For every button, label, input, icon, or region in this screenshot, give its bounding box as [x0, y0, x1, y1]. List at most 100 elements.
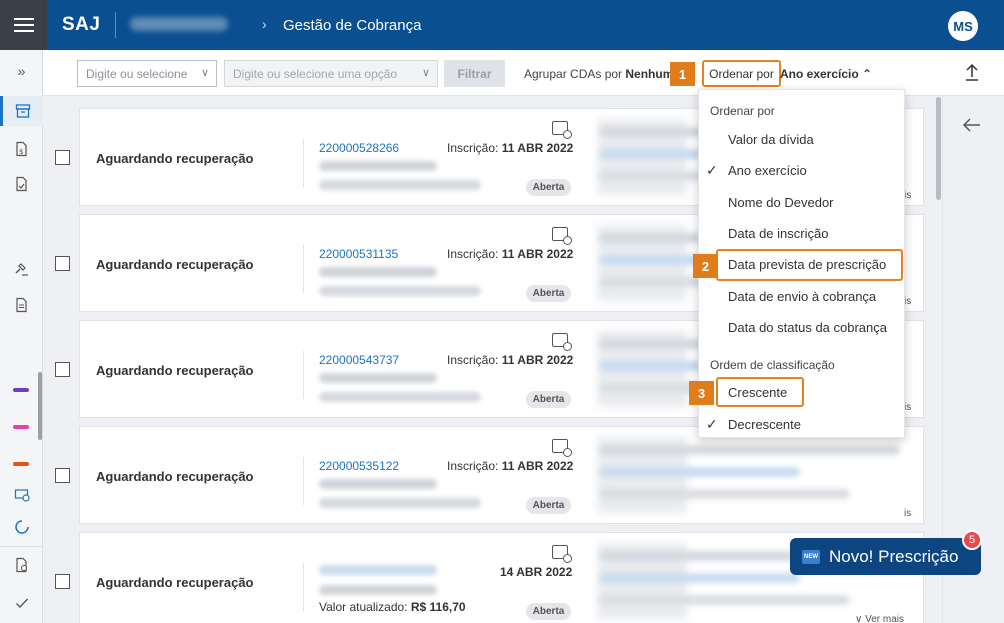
- page-title: Gestão de Cobrança: [283, 17, 422, 34]
- order-option-debt-value[interactable]: Valor da dívida: [728, 132, 814, 147]
- step-badge-3: 3: [689, 381, 714, 405]
- chevron-down-icon: ∨: [421, 67, 430, 79]
- card-checkbox[interactable]: [55, 362, 70, 377]
- redacted-text: [600, 445, 900, 455]
- card-inscription: Inscrição: 11 ABR 2022: [447, 141, 573, 155]
- inscription-date: 11 ABR 2022: [501, 247, 574, 261]
- monitor-add-icon[interactable]: [552, 121, 572, 139]
- order-option-inscription-date[interactable]: Data de inscrição: [728, 226, 828, 241]
- order-option-status-date[interactable]: Data do status da cobrança: [728, 320, 887, 335]
- group-by-control[interactable]: Agrupar CDAs por Nenhum: [524, 67, 673, 81]
- order-by-value[interactable]: Ano exercício ⌃: [780, 67, 872, 81]
- order-option-prescription-date[interactable]: Data prevista de prescrição: [728, 257, 886, 272]
- see-more-link[interactable]: is: [904, 190, 911, 201]
- sort-option-descending[interactable]: Decrescente: [728, 417, 801, 432]
- sidebar-item-document-check[interactable]: [0, 169, 43, 199]
- app-logo[interactable]: SAJ: [62, 14, 100, 36]
- hamburger-icon: [13, 24, 34, 26]
- sidebar-status-orange[interactable]: [13, 462, 29, 466]
- redacted-text: [319, 479, 437, 489]
- sidebar-item-document-list[interactable]: [0, 290, 43, 320]
- document-list-icon: [15, 297, 27, 313]
- archive-icon: [15, 104, 31, 118]
- svg-text:$: $: [19, 148, 23, 156]
- checkmark-icon: [15, 598, 28, 609]
- card-checkbox[interactable]: [55, 574, 70, 589]
- order-by-button[interactable]: Ordenar por: [702, 60, 781, 87]
- sidebar-scrollbar[interactable]: [38, 372, 42, 440]
- see-more-link[interactable]: ∨ Ver mais: [855, 614, 904, 623]
- back-arrow-icon[interactable]: [962, 116, 981, 137]
- card-number-link[interactable]: 220000535122: [319, 459, 399, 473]
- check-icon: ✓: [706, 162, 718, 178]
- sidebar-item-document-settings[interactable]: [0, 550, 43, 580]
- card-inscription: 14 ABR 2022: [500, 565, 572, 579]
- card-checkbox[interactable]: [55, 150, 70, 165]
- redacted-text: [600, 595, 850, 605]
- order-option-sent-date[interactable]: Data de envio à cobrança: [728, 289, 876, 304]
- sidebar-item-gavel[interactable]: [0, 254, 43, 284]
- filter-select-1-placeholder: Digite ou selecione: [86, 67, 188, 81]
- top-bar: SAJ › Gestão de Cobrança MS: [0, 0, 1004, 50]
- monitor-add-icon[interactable]: [552, 227, 572, 245]
- new-prescription-button[interactable]: NEW Novo! Prescrição: [790, 538, 981, 575]
- document-money-icon: $: [15, 141, 27, 157]
- main-scrollbar[interactable]: [936, 97, 941, 200]
- card-checkbox[interactable]: [55, 468, 70, 483]
- card-number-link[interactable]: 220000531135: [319, 247, 398, 261]
- new-prescription-label: Novo! Prescrição: [829, 546, 959, 566]
- redacted-text: [600, 489, 850, 499]
- export-upload-icon[interactable]: [965, 63, 979, 86]
- card-updated-value: Valor atualizado: R$ 116,70: [319, 600, 466, 614]
- filter-button[interactable]: Filtrar: [444, 60, 505, 87]
- cda-card[interactable]: Aguardando recuperação 220000535122 Insc…: [79, 426, 924, 524]
- card-divider: [303, 457, 304, 505]
- inscription-label: Inscrição:: [447, 459, 499, 473]
- redacted-text: [319, 498, 481, 508]
- redacted-text: [319, 373, 437, 383]
- monitor-add-icon: [14, 489, 30, 502]
- sidebar-item-archive[interactable]: [0, 96, 43, 126]
- monitor-add-icon[interactable]: [552, 545, 572, 563]
- sidebar-item-check[interactable]: [0, 588, 43, 618]
- sidebar-item-document-money[interactable]: $: [0, 134, 43, 164]
- see-more-link[interactable]: is: [904, 508, 911, 519]
- sidebar-status-purple[interactable]: [13, 388, 29, 392]
- filter-select-2[interactable]: Digite ou selecione uma opção ∨: [224, 60, 438, 87]
- document-check-icon: [15, 176, 27, 192]
- inscription-label: Inscrição:: [447, 247, 499, 261]
- sidebar-item-loading[interactable]: [0, 512, 43, 542]
- order-option-debtor-name[interactable]: Nome do Devedor: [728, 195, 834, 210]
- card-number-link[interactable]: 220000543737: [319, 353, 399, 367]
- sort-option-ascending[interactable]: Crescente: [728, 385, 787, 400]
- card-number-link[interactable]: 220000528266: [319, 141, 399, 155]
- hamburger-menu-button[interactable]: [0, 0, 47, 50]
- sidebar-item-monitor[interactable]: [0, 480, 43, 510]
- monitor-add-icon[interactable]: [552, 439, 572, 457]
- document-settings-icon: [15, 557, 27, 573]
- monitor-add-icon[interactable]: [552, 333, 572, 351]
- redacted-text: [319, 392, 481, 402]
- see-more-link[interactable]: is: [904, 402, 911, 413]
- breadcrumb-chevron-icon: ›: [262, 16, 267, 32]
- card-checkbox[interactable]: [55, 256, 70, 271]
- redacted-text: [319, 286, 481, 296]
- sidebar-status-pink[interactable]: [13, 425, 29, 429]
- see-more-link[interactable]: is: [904, 296, 911, 307]
- card-status: Aguardando recuperação: [96, 575, 254, 590]
- loading-spinner-icon: [14, 520, 29, 534]
- order-by-value-text: Ano exercício: [780, 67, 859, 81]
- status-badge: Aberta: [526, 603, 571, 620]
- user-avatar[interactable]: MS: [948, 11, 978, 41]
- expand-sidebar-icon[interactable]: »: [0, 56, 43, 86]
- status-badge: Aberta: [526, 391, 571, 408]
- notification-count-badge: 5: [962, 530, 982, 550]
- card-divider: [303, 245, 304, 293]
- order-option-year[interactable]: Ano exercício: [728, 163, 807, 178]
- redacted-number: [319, 565, 437, 575]
- dropdown-section-sort: Ordem de classificação: [710, 358, 835, 372]
- redacted-text: [319, 161, 437, 171]
- inscription-date: 11 ABR 2022: [501, 459, 574, 473]
- card-divider: [303, 139, 304, 187]
- filter-select-1[interactable]: Digite ou selecione ∨: [77, 60, 217, 87]
